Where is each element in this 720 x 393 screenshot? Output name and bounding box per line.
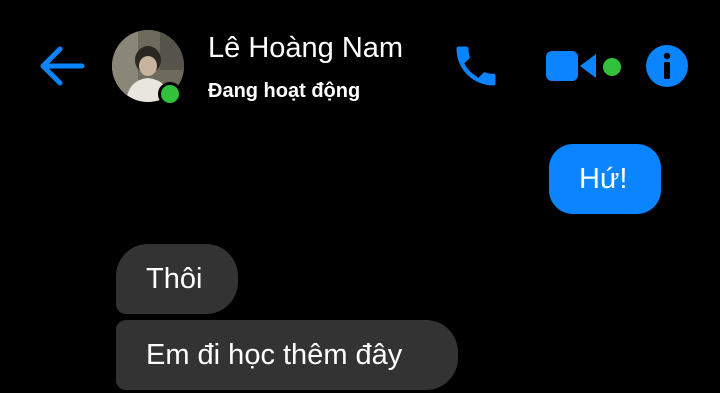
active-status-text: Đang hoạt động	[208, 80, 361, 102]
message-text: Thôi	[146, 262, 203, 295]
conversation-info-button[interactable]	[645, 44, 689, 88]
message-bubble-incoming[interactable]: Thôi	[116, 244, 238, 314]
phone-icon	[456, 46, 496, 86]
online-status-indicator	[158, 82, 182, 106]
back-button[interactable]	[38, 44, 86, 88]
info-icon	[646, 45, 688, 87]
contact-name[interactable]: Lê Hoàng Nam	[208, 32, 403, 65]
video-call-button[interactable]	[542, 44, 602, 88]
video-active-dot	[603, 58, 621, 76]
message-text: Em đi học thêm đây	[146, 338, 403, 371]
message-text: Hứ!	[579, 162, 628, 195]
arrow-left-icon	[40, 46, 85, 86]
video-camera-icon	[546, 51, 596, 81]
message-bubble-outgoing[interactable]: Hứ!	[549, 144, 661, 214]
message-bubble-incoming[interactable]: Em đi học thêm đây	[116, 320, 458, 390]
voice-call-button[interactable]	[450, 40, 502, 92]
chat-header: Lê Hoàng Nam Đang hoạt động	[0, 0, 720, 120]
